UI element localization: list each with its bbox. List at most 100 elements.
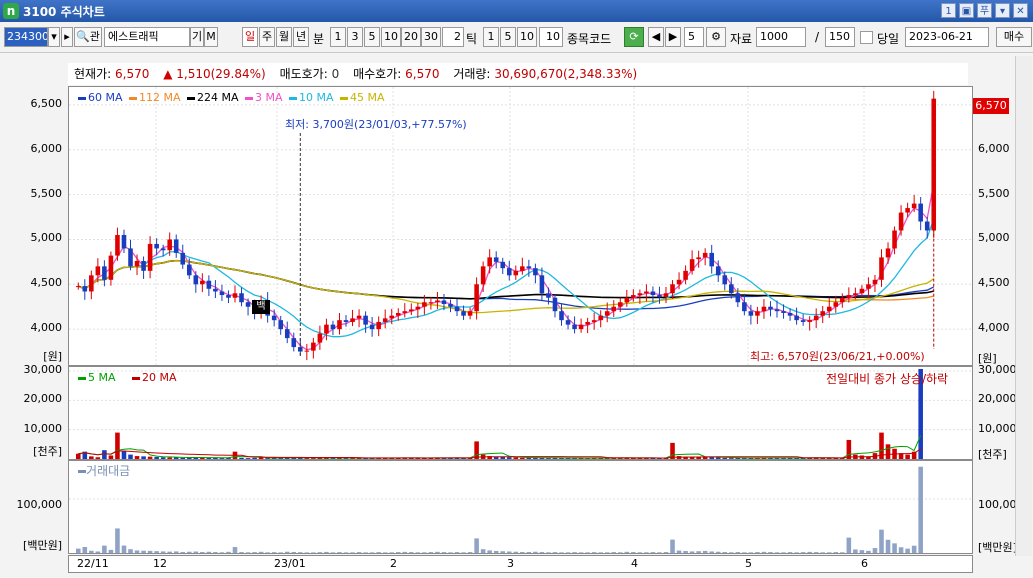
candle-body — [787, 312, 793, 316]
amount-bar — [683, 550, 688, 553]
amount-bar — [546, 552, 551, 553]
candle-body — [226, 295, 231, 298]
next-arrow-icon[interactable]: ▶ — [665, 27, 681, 47]
vertical-scrollbar[interactable] — [1015, 56, 1032, 556]
minute-option-1[interactable]: 1 — [330, 27, 346, 47]
amount-bar — [239, 552, 244, 553]
volume-y-tick: 10,000 — [23, 421, 63, 435]
volume-bar — [709, 457, 714, 459]
candle-body — [389, 315, 395, 319]
amount-chart-panel[interactable] — [68, 460, 973, 554]
price-chart-panel[interactable] — [68, 86, 973, 366]
candle-body — [794, 315, 799, 321]
amount-bar — [147, 550, 153, 553]
window-number-button[interactable]: 1 — [941, 3, 956, 18]
amount-bar — [428, 552, 434, 553]
candle-body — [604, 311, 610, 316]
candle-body — [755, 311, 760, 316]
stock-code-input[interactable]: 234300 — [4, 27, 48, 47]
step-value-field[interactable]: 5 — [684, 27, 704, 47]
volume-y-tick: 30,000 — [23, 363, 63, 376]
legend-label: 3 MA — [255, 91, 283, 104]
amount-bar — [382, 552, 388, 553]
amount-bar — [154, 551, 159, 553]
tab-weekly[interactable]: 주 — [259, 27, 275, 47]
volume-bar — [75, 453, 81, 459]
data-count-select[interactable]: 1000 — [756, 27, 806, 47]
refresh-icon[interactable]: ⟳ — [624, 27, 644, 47]
search-icon[interactable]: 🔍관 — [74, 27, 102, 47]
code-dropdown-button[interactable]: ▾ — [48, 27, 60, 47]
candle-body — [774, 309, 780, 312]
minute-option-3[interactable]: 3 — [347, 27, 363, 47]
amount-bar — [467, 552, 473, 553]
high-price-annotation: 최고: 6,570원(23/06/21,+0.00%) — [750, 348, 925, 364]
prev-arrow-icon[interactable]: ◀ — [648, 27, 664, 47]
stock-code-label: 종목코드 — [567, 32, 612, 46]
candle-body — [330, 324, 336, 330]
amount-bar — [833, 552, 839, 553]
tick-option-1[interactable]: 1 — [483, 27, 499, 47]
baek-marker: 백 — [252, 300, 270, 314]
amount-bar — [905, 548, 910, 553]
amount-bar — [317, 552, 323, 553]
minute-option-10[interactable]: 10 — [381, 27, 401, 47]
amount-bar — [128, 549, 133, 553]
window-minimize-button[interactable]: ▾ — [995, 3, 1010, 18]
window-link-icon[interactable]: ▣ — [959, 3, 974, 18]
amount-bar — [872, 548, 878, 553]
window-close-button[interactable]: ✕ — [1013, 3, 1028, 18]
amount-bar — [918, 466, 923, 553]
tick-option-5[interactable]: 5 — [500, 27, 516, 47]
tick-option-10[interactable]: 10 — [517, 27, 537, 47]
quote-info-bar: 현재가: 6,570 ▲ 1,510(29.84%) 매도호가: 0 매수호가:… — [68, 63, 968, 85]
ma-line-3ma — [78, 183, 935, 351]
buy-button[interactable]: 매수 — [996, 27, 1032, 47]
amount-bar — [206, 551, 212, 553]
tab-daily[interactable]: 일 — [242, 27, 258, 47]
today-checkbox[interactable] — [860, 31, 873, 44]
stock-name-field[interactable]: 에스트래픽 — [104, 27, 190, 47]
amount-bar — [271, 552, 277, 553]
candle-body — [369, 324, 375, 330]
current-price-value: 6,570 — [115, 67, 150, 81]
x-tick-label: 6 — [861, 557, 868, 570]
price-y-tick: 4,000 — [30, 321, 63, 335]
candle-body — [415, 306, 421, 310]
volume-bar — [115, 432, 120, 459]
minute-option-5[interactable]: 5 — [364, 27, 380, 47]
amount-bar — [898, 547, 904, 553]
candle-body — [500, 261, 506, 269]
candle-body — [924, 221, 930, 231]
amount-bar — [448, 552, 453, 553]
tick-label: 틱 — [466, 32, 478, 46]
candle-body — [245, 302, 251, 307]
amount-bar — [840, 552, 845, 553]
tick-value-field[interactable]: 2 — [442, 27, 464, 47]
gi-button[interactable]: 기 — [190, 27, 204, 47]
candle-body — [781, 311, 786, 313]
volume-bar — [474, 441, 479, 459]
amount-bar — [702, 550, 708, 553]
window-pin-button[interactable]: 푸 — [977, 3, 992, 18]
current-price-label: 현재가: — [74, 67, 112, 81]
candle-body — [533, 268, 538, 276]
minute-option-30[interactable]: 30 — [421, 27, 441, 47]
volume-bar — [141, 456, 146, 459]
m-button[interactable]: M — [204, 27, 218, 47]
date-select[interactable]: 2023-06-21 — [905, 27, 989, 47]
page-size-field[interactable]: 150 — [825, 27, 855, 47]
minute-option-20[interactable]: 20 — [401, 27, 421, 47]
amount-legend-label: 거래대금 — [86, 464, 131, 478]
tick-count-field[interactable]: 10 — [539, 27, 563, 47]
amount-bar — [395, 552, 401, 553]
code-next-button[interactable]: ▸ — [61, 27, 73, 47]
candle-body — [637, 293, 643, 296]
legend-label: 60 MA — [88, 91, 123, 104]
settings-gear-icon[interactable]: ⚙ — [706, 27, 726, 47]
tab-monthly[interactable]: 월 — [276, 27, 292, 47]
title-bar: n 3100 주식차트 1 ▣ 푸 ▾ ✕ — [0, 0, 1033, 22]
amount-bar — [461, 552, 466, 553]
tab-yearly[interactable]: 년 — [293, 27, 309, 47]
amount-bar — [200, 552, 205, 553]
